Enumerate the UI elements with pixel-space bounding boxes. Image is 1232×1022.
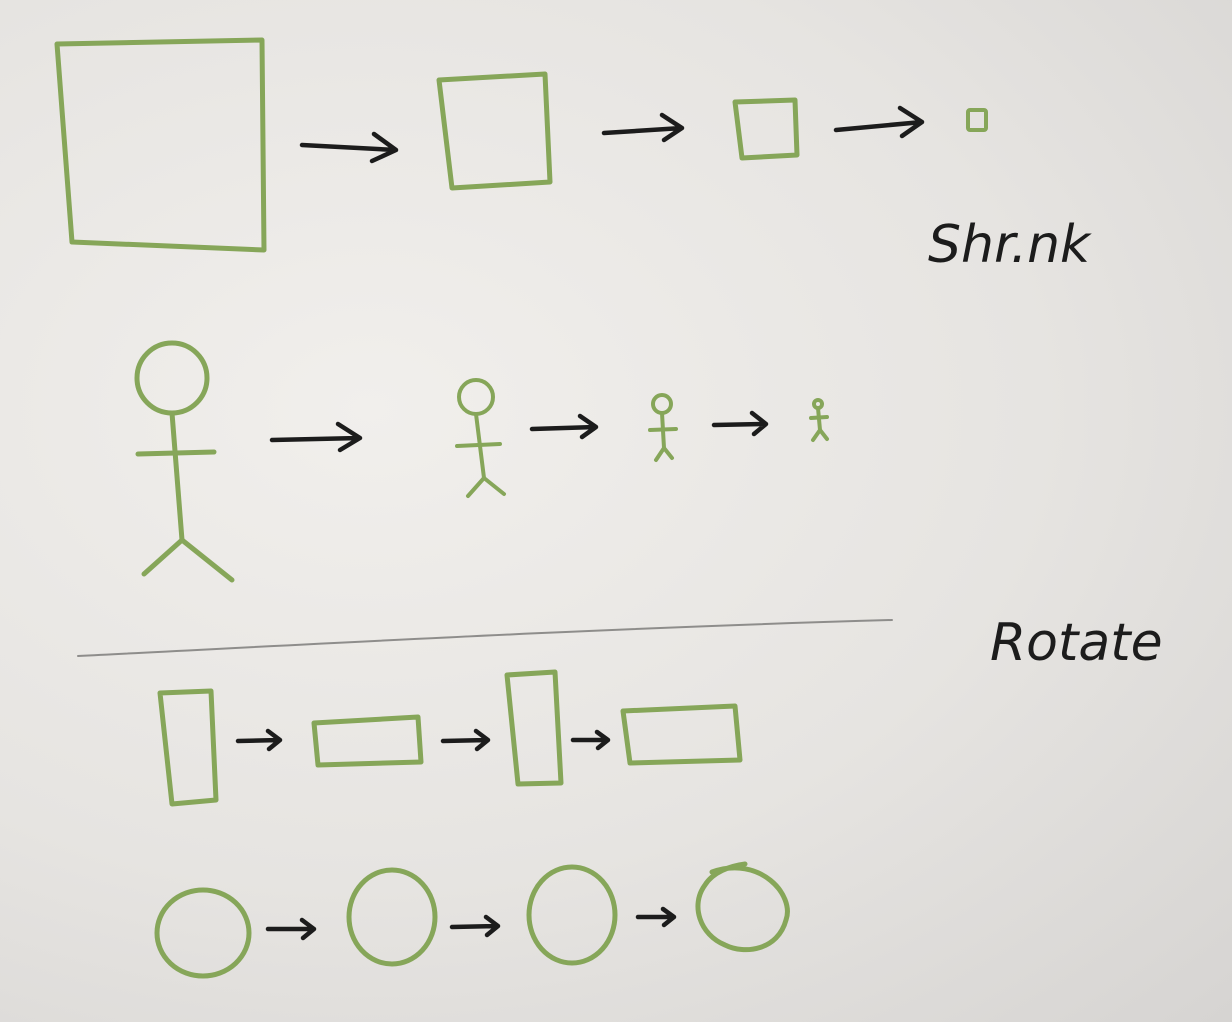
rectangle-vertical-2: [504, 669, 564, 787]
label-shrink: Shr.nk: [928, 215, 1092, 275]
stick-figure-tiny: [809, 398, 829, 442]
arrow-7: [235, 728, 283, 752]
arrow-11: [449, 914, 501, 938]
square-small: [732, 97, 800, 161]
square-large: [54, 37, 267, 253]
circle-2: [346, 867, 438, 967]
arrow-5: [529, 413, 599, 440]
arrow-3: [833, 105, 925, 139]
divider-line: [77, 619, 893, 657]
circle-3: [526, 864, 618, 966]
arrow-1: [299, 131, 399, 164]
shrink-squares-row: [54, 37, 988, 253]
square-medium: [436, 71, 553, 191]
label-rotate: Rotate: [990, 613, 1163, 673]
stick-figure-small: [648, 393, 678, 462]
rectangle-vertical-1: [157, 688, 219, 807]
arrow-9: [570, 729, 611, 751]
arrow-12: [635, 906, 677, 928]
arrow-2: [601, 112, 685, 143]
circle-1: [154, 887, 252, 979]
arrow-10: [265, 917, 317, 941]
rectangle-horizontal-2: [620, 703, 743, 766]
rectangle-horizontal-1: [311, 714, 424, 768]
arrow-4: [269, 421, 363, 453]
rotate-rectangles-row: [157, 669, 743, 807]
rotate-circles-row: [154, 861, 790, 979]
shrink-figures-row: [134, 340, 829, 583]
stick-figure-medium: [455, 378, 506, 498]
stick-figure-large: [134, 340, 235, 583]
whiteboard-canvas: Shr.nk Rotate: [54, 37, 1163, 979]
circle-4: [695, 861, 790, 953]
square-tiny: [966, 108, 988, 132]
arrow-6: [711, 410, 769, 437]
arrow-8: [440, 728, 491, 752]
